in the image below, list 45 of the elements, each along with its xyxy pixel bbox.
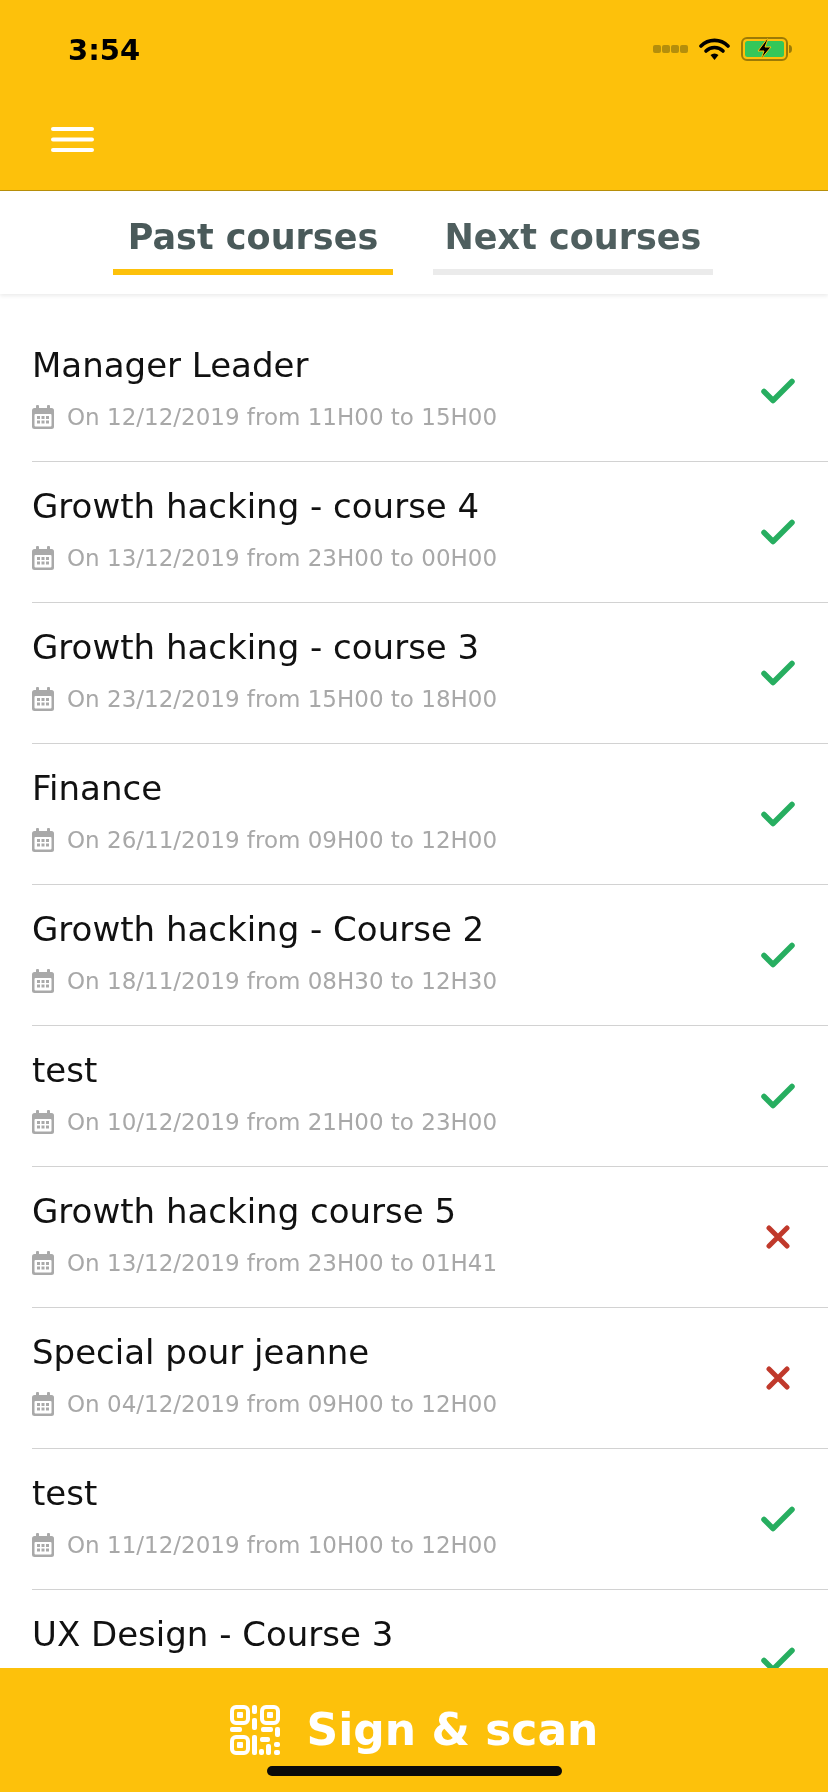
calendar-icon xyxy=(32,1392,54,1416)
course-schedule: On 18/11/2019 from 08H30 to 12H30 xyxy=(67,967,498,996)
course-schedule: On 12/12/2019 from 11H00 to 15H00 xyxy=(67,403,498,432)
course-list-item[interactable]: Growth hacking course 5 On 13/12/2019 from 23H00 to 01H41 xyxy=(32,1167,828,1308)
calendar-icon xyxy=(32,1533,54,1557)
calendar-icon xyxy=(32,1110,54,1134)
calendar-icon xyxy=(32,687,54,711)
course-title: UX Design - Course 3 xyxy=(32,1616,394,1652)
calendar-icon xyxy=(32,1251,54,1275)
course-list-item[interactable]: Special pour jeanne On 04/12/2019 from 09H00 to 12H00 xyxy=(32,1308,828,1449)
course-title: test xyxy=(32,1052,99,1088)
course-list-item[interactable]: Growth hacking - Course 2 On 18/11/2019 from 08H30 to 12H30 xyxy=(32,885,828,1026)
course-list-item[interactable]: Growth hacking - course 3 On 23/12/2019 from 15H00 to 18H00 xyxy=(32,603,828,744)
course-title: Growth hacking course 5 xyxy=(32,1193,458,1229)
course-list-item[interactable]: Growth hacking - course 4 On 13/12/2019 from 23H00 to 00H00 xyxy=(32,462,828,603)
course-schedule: On 23/12/2019 from 15H00 to 18H00 xyxy=(67,685,498,714)
qr-code-icon xyxy=(229,1705,280,1755)
calendar-icon xyxy=(32,969,54,993)
course-title: Special pour jeanne xyxy=(32,1334,371,1370)
course-schedule: On 04/12/2019 from 09H00 to 12H00 xyxy=(67,1390,498,1419)
course-list-item[interactable]: Manager Leader On 12/12/2019 from 11H00 to 15H00 xyxy=(32,321,828,462)
calendar-icon xyxy=(32,828,54,852)
course-title: Growth hacking - course 3 xyxy=(32,629,481,665)
wifi-icon xyxy=(699,38,730,60)
status-time: 3:54 xyxy=(68,32,141,68)
tab[interactable]: Past courses xyxy=(113,191,393,294)
course-title: Manager Leader xyxy=(32,347,310,383)
calendar-icon xyxy=(32,405,54,429)
course-title: Finance xyxy=(32,770,164,806)
course-schedule: On 10/12/2019 from 21H00 to 23H00 xyxy=(67,1108,498,1137)
course-list-item[interactable]: test On 11/12/2019 from 10H00 to 12H00 xyxy=(32,1449,828,1590)
course-title: Growth hacking - Course 2 xyxy=(32,911,486,947)
battery-charging-icon xyxy=(741,37,793,61)
course-schedule: On 13/12/2019 from 23H00 to 01H41 xyxy=(67,1249,498,1278)
course-schedule: On 26/11/2019 from 09H00 to 12H00 xyxy=(67,826,498,855)
signal-icon xyxy=(653,45,688,53)
course-title: Growth hacking - course 4 xyxy=(32,488,481,524)
course-list-item[interactable]: Finance On 26/11/2019 from 09H00 to 12H00 xyxy=(32,744,828,885)
tab[interactable]: Next courses xyxy=(433,191,713,294)
course-schedule: On 13/12/2019 from 23H00 to 00H00 xyxy=(67,544,498,573)
course-list-item[interactable]: test On 10/12/2019 from 21H00 to 23H00 xyxy=(32,1026,828,1167)
menu-icon[interactable] xyxy=(51,127,94,152)
course-schedule: On 11/12/2019 from 10H00 to 12H00 xyxy=(67,1531,498,1560)
calendar-icon xyxy=(32,546,54,570)
course-title: test xyxy=(32,1475,99,1511)
